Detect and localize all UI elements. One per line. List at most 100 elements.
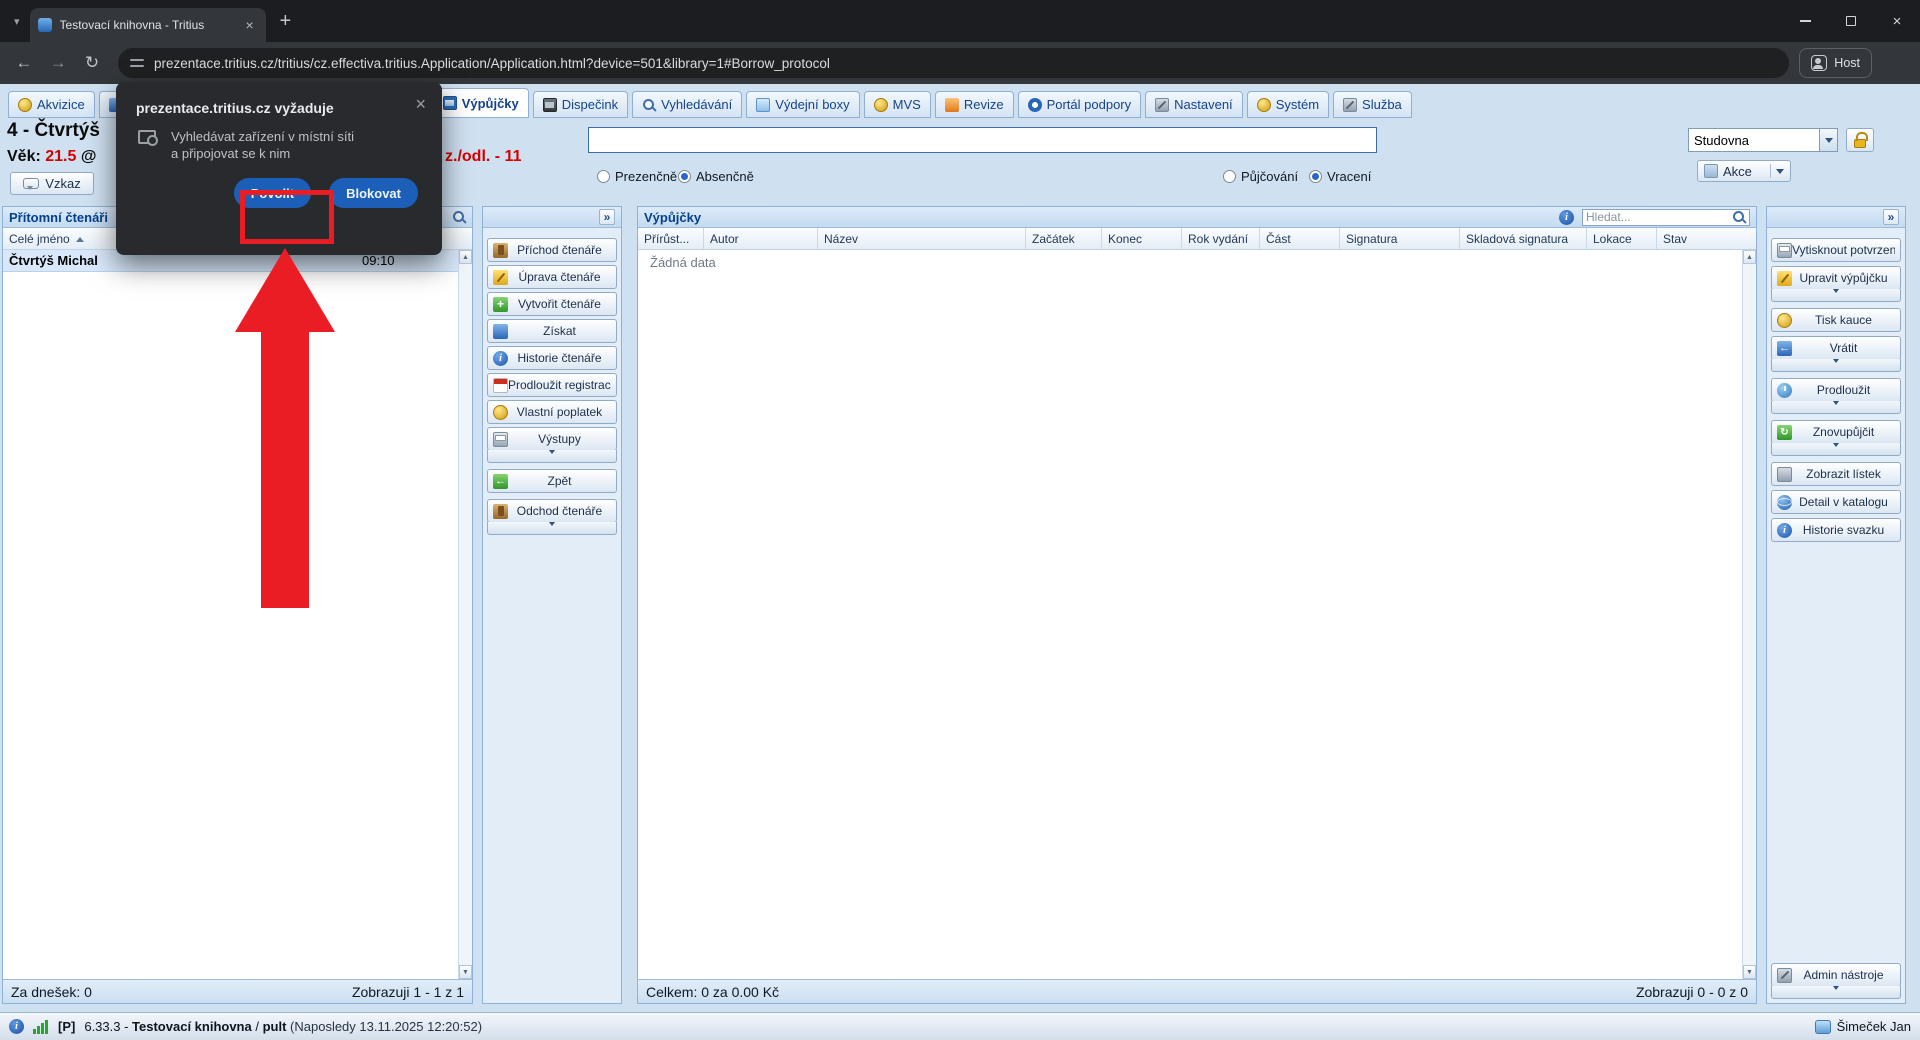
site-settings-icon[interactable]: [130, 56, 144, 70]
radio-vraceni[interactable]: Vracení: [1309, 169, 1371, 184]
vytisknout-potvrzeni-button[interactable]: Vytisknout potvrzení: [1771, 238, 1901, 262]
reader-time-cell: 09:10: [362, 253, 395, 268]
select-arrow-button[interactable]: [1819, 129, 1837, 151]
tab-akvizice[interactable]: Akvizice: [8, 91, 95, 118]
column-header[interactable]: Část: [1260, 228, 1340, 249]
admin-nastroje-dropdown[interactable]: [1771, 986, 1901, 999]
radio-absencne[interactable]: Absenčně: [678, 169, 754, 184]
search-icon[interactable]: [1732, 210, 1746, 224]
column-header[interactable]: Začátek: [1026, 228, 1102, 249]
signal-bars-icon: [33, 1019, 49, 1034]
column-header[interactable]: Rok vydání: [1182, 228, 1260, 249]
age-label: Věk:: [7, 148, 41, 165]
loans-scrollbar[interactable]: ▲ ▼: [1742, 250, 1756, 979]
expand-panel-button[interactable]: »: [599, 209, 615, 225]
vzkaz-button[interactable]: Vzkaz: [10, 172, 94, 195]
column-header[interactable]: Název: [818, 228, 1026, 249]
maximize-button[interactable]: [1828, 0, 1874, 42]
detail-v-katalogu-button[interactable]: Detail v katalogu: [1771, 490, 1901, 514]
column-header[interactable]: Konec: [1102, 228, 1182, 249]
loans-search-input[interactable]: [1586, 210, 1732, 224]
lock-button[interactable]: [1846, 128, 1874, 152]
column-header[interactable]: Přírůst...: [638, 228, 704, 249]
barcode-input[interactable]: [588, 127, 1377, 153]
new-tab-button[interactable]: +: [280, 10, 292, 33]
admin-nastroje-button[interactable]: Admin nástroje: [1771, 963, 1901, 987]
prodlouzit-dropdown[interactable]: [1771, 401, 1901, 414]
tisk-kauce-button[interactable]: Tisk kauce: [1771, 308, 1901, 332]
zpet-button[interactable]: Zpět: [487, 469, 617, 493]
tab-vyhledavani[interactable]: Vyhledávání: [632, 91, 743, 118]
address-bar[interactable]: prezentace.tritius.cz/tritius/cz.effecti…: [118, 48, 1790, 78]
column-header[interactable]: Lokace: [1587, 228, 1657, 249]
current-user-area[interactable]: Šimeček Jan: [1814, 1019, 1911, 1034]
vystupy-dropdown[interactable]: [487, 450, 617, 463]
zobrazit-listek-button[interactable]: Zobrazit lístek: [1771, 462, 1901, 486]
znovupujcit-dropdown[interactable]: [1771, 443, 1901, 456]
tab-portal-podpory[interactable]: Portál podpory: [1017, 91, 1142, 118]
button-label: Vytisknout potvrzení: [1792, 243, 1895, 257]
expand-panel-button[interactable]: »: [1883, 209, 1899, 225]
upravit-vypujcku-dropdown[interactable]: [1771, 289, 1901, 302]
search-icon[interactable]: [452, 210, 466, 224]
popup-close-icon[interactable]: ×: [415, 95, 426, 113]
location-select[interactable]: Studovna: [1688, 128, 1838, 152]
historie-svazku-button[interactable]: Historie svazku: [1771, 518, 1901, 542]
column-header[interactable]: Skladová signatura: [1460, 228, 1587, 249]
version-text: 6.33.3 - Testovací knihovna / pult (Napo…: [84, 1019, 482, 1034]
ziskat-button[interactable]: Získat: [487, 319, 617, 343]
znovupujcit-button[interactable]: Znovupůjčit: [1771, 420, 1901, 444]
reload-button[interactable]: ↻: [76, 47, 108, 79]
radio-icon: [597, 170, 610, 183]
tab-vypujcky[interactable]: Výpůjčky: [432, 88, 529, 118]
tab-mvs[interactable]: MVS: [863, 91, 931, 118]
readers-scrollbar[interactable]: ▲ ▼: [458, 250, 472, 979]
vratit-button[interactable]: Vrátit: [1771, 336, 1901, 360]
back-button[interactable]: ←: [8, 47, 40, 79]
upravit-vypujcku-button[interactable]: Upravit výpůjčku: [1771, 266, 1901, 290]
tab-vydejni-boxy[interactable]: Výdejní boxy: [746, 91, 860, 118]
historie-ctenare-button[interactable]: Historie čtenáře: [487, 346, 617, 370]
akce-button[interactable]: Akce: [1697, 160, 1791, 182]
radio-pujcovani[interactable]: Půjčování: [1223, 169, 1298, 184]
prodlouzit-button[interactable]: Prodloužit: [1771, 378, 1901, 402]
minimize-button[interactable]: [1782, 0, 1828, 42]
browser-tab[interactable]: Testovací knihovna - Tritius ×: [29, 8, 266, 42]
column-header[interactable]: Signatura: [1340, 228, 1460, 249]
loan-actions-header: »: [1767, 207, 1905, 228]
clock-icon: [1777, 382, 1792, 398]
uprava-ctenare-button[interactable]: Úprava čtenáře: [487, 265, 617, 289]
tab-nastaveni[interactable]: Nastavení: [1145, 91, 1243, 118]
button-label: Zpět: [547, 474, 572, 488]
scroll-up-icon[interactable]: ▲: [459, 250, 472, 264]
vlastni-poplatek-button[interactable]: Vlastní poplatek: [487, 400, 617, 424]
odchod-ctenare-button[interactable]: Odchod čtenáře: [487, 499, 617, 523]
scroll-down-icon[interactable]: ▼: [459, 965, 472, 979]
system-key-icon: [1256, 97, 1271, 112]
vytvorit-ctenare-button[interactable]: Vytvořit čtenáře: [487, 292, 617, 316]
column-header[interactable]: Autor: [704, 228, 818, 249]
tab-system[interactable]: Systém: [1246, 91, 1330, 118]
tab-close-icon[interactable]: ×: [242, 17, 258, 33]
prichod-ctenare-button[interactable]: Příchod čtenáře: [487, 238, 617, 262]
radio-prezencne[interactable]: Prezenčně: [597, 169, 677, 184]
scroll-down-icon[interactable]: ▼: [1743, 965, 1756, 979]
tab-revize[interactable]: Revize: [934, 91, 1014, 118]
scroll-up-icon[interactable]: ▲: [1743, 250, 1756, 264]
odchod-dropdown[interactable]: [487, 522, 617, 535]
status-info-icon[interactable]: [9, 1019, 24, 1034]
profile-button[interactable]: Host: [1799, 48, 1872, 78]
tab-sluzba[interactable]: Služba: [1333, 91, 1412, 118]
reader-actions-header: »: [483, 207, 621, 228]
tab-search-chevron-icon[interactable]: ▾: [14, 15, 20, 28]
info-icon[interactable]: [1559, 209, 1574, 225]
column-header[interactable]: Stav: [1657, 228, 1756, 249]
vystupy-button[interactable]: Výstupy: [487, 427, 617, 451]
window-close-button[interactable]: ×: [1874, 0, 1920, 42]
forward-button[interactable]: →: [42, 47, 74, 79]
empty-table-text: Žádná data: [650, 255, 716, 270]
block-button[interactable]: Blokovat: [329, 178, 418, 208]
prodlouzit-registraci-button[interactable]: Prodloužit registraci: [487, 373, 617, 397]
tab-dispecink[interactable]: Dispečink: [532, 91, 629, 118]
vratit-dropdown[interactable]: [1771, 359, 1901, 372]
